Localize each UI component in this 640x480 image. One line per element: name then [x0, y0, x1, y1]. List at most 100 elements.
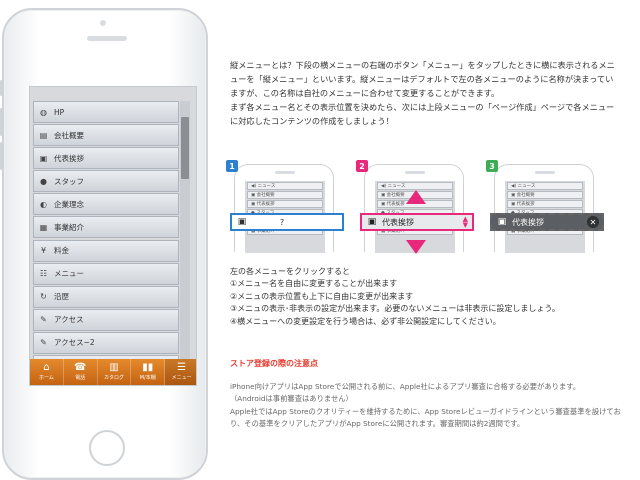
menu-item[interactable]: ¥ 料金 — [33, 239, 179, 262]
tab-label: 電話 — [75, 375, 86, 381]
mini-menu-row: ▣ 代表挨拶 — [247, 200, 323, 208]
howto-instructions: 左の各メニューをクリックすると ①メニュー名を自由に変更することが出来ます ②メニュ… — [230, 266, 630, 328]
menu-item[interactable]: ▦ 事業紹介 — [33, 216, 179, 239]
intro-line: ューを「縦メニュー」といいます。縦メニューはデフォルトで左の各メニューのように名… — [230, 74, 614, 84]
yen-icon: ¥ — [40, 246, 47, 256]
intro-line: 縦メニューとは？下段の横メニューの右端のボタン「メニュー」をタップしたときに横に… — [230, 60, 615, 70]
mini-menu-row: ◀) ニュース — [377, 182, 453, 190]
menu-name-label: 代表挨拶 — [512, 217, 544, 227]
vertical-menu-list: ◍ HP ▤ 会社概要 ▣ 代表挨拶 ● スタッフ ◐ 企業理念 ▦ 事業紹介 ¥ 料金 ☷ メニュー ↻ 沿歴 ✎… — [33, 101, 179, 385]
menu-item-label: 料金 — [54, 246, 69, 256]
menu-item[interactable]: ☷ メニュー — [33, 262, 179, 285]
menu-hide-highlight: ▣ 代表挨拶 ✕ — [490, 213, 604, 231]
menu-item-label: メニュー — [54, 269, 84, 279]
menu-item[interactable]: ▤ 会社概要 — [33, 124, 179, 147]
tab-menu[interactable]: ☰ メニュー — [165, 359, 196, 385]
person-card-icon: ▣ — [497, 217, 507, 227]
history-icon: ↻ — [40, 292, 47, 302]
tab-phone[interactable]: ☎ 電話 — [64, 359, 98, 385]
menu-scrollbar[interactable] — [180, 101, 190, 381]
howto-line: ②メニュの表示位置も上下に自由に変更が出来ます — [230, 291, 414, 301]
menu-item-label: アクセス — [54, 315, 84, 325]
howto-line: 左の各メニューをクリックすると — [230, 267, 350, 276]
menu-item[interactable]: ● スタッフ — [33, 170, 179, 193]
step-3-illustration: 3 ◀) ニュース▣ 会社概要▣ 代表挨拶● スタッフ◐ 企業理念▦ 事業紹介 … — [486, 160, 604, 253]
menu-name-label: 代表挨拶 — [382, 217, 414, 227]
phone-side-button — [0, 108, 3, 136]
mini-menu-row: ▣ 会社概要 — [507, 191, 583, 199]
tab-label: ホーム — [38, 375, 54, 381]
tab-catalog[interactable]: ▥ カタログ — [98, 359, 132, 385]
map-icon: ✎ — [40, 315, 47, 325]
phone-screen: ◍ HP ▤ 会社概要 ▣ 代表挨拶 ● スタッフ ◐ 企業理念 ▦ 事業紹介 ¥ 料金 ☷ メニュー ↻ 沿歴 ✎… — [29, 86, 197, 386]
menu-item-label: 代表挨拶 — [54, 153, 84, 163]
phone-mockup: ◍ HP ▤ 会社概要 ▣ 代表挨拶 ● スタッフ ◐ 企業理念 ▦ 事業紹介 ¥ 料金 ☷ メニュー ↻ 沿歴 ✎… — [0, 8, 208, 480]
phone-icon: ☎ — [73, 362, 87, 373]
menu-board-icon: ☷ — [39, 269, 48, 279]
map-icon: ✎ — [40, 338, 47, 348]
intro-line: に対応したコンテンツの作成をしましょう！ — [230, 116, 394, 126]
menu-item-label: 企業理念 — [54, 199, 84, 209]
step-number-badge: 2 — [356, 160, 368, 172]
HP-icon: ◍ — [40, 107, 47, 117]
menu-reorder-highlight: ▣ 代表挨拶 ▲ ▼ — [360, 213, 474, 231]
phone-camera — [100, 20, 106, 26]
howto-line: ③メニュの表示･非表示の設定が出来ます。必要のないメニューは非表示に設定しましょ… — [230, 304, 560, 314]
person-card-icon: ▣ — [39, 153, 48, 163]
mini-phone-speaker — [405, 171, 425, 174]
mini-menu-row: ▣ 会社概要 — [247, 191, 323, 199]
mini-phone-speaker — [535, 171, 555, 174]
phone-side-button — [0, 80, 3, 96]
menu-item-label: 会社概要 — [54, 130, 84, 140]
book-icon: ▮▮ — [142, 362, 154, 373]
catalog-icon: ▥ — [109, 362, 119, 373]
menu-item[interactable]: ✎ アクセス−2 — [33, 331, 179, 354]
menu-item[interactable]: ▣ 代表挨拶 — [33, 147, 179, 170]
tab-label: カタログ — [103, 375, 124, 381]
menu-name-edit-highlight: ▣ ? — [230, 213, 344, 231]
step-2-illustration: 2 ◀) ニュース▣ 会社概要▣ 代表挨拶● スタッフ◐ 企業理念▦ 事業紹介 … — [356, 160, 474, 254]
howto-line: ④横メニューへの変更設定を行う場合は、必ず非公開設定にしてください。 — [230, 316, 501, 326]
mini-phone: ◀) ニュース▣ 会社概要▣ 代表挨拶● スタッフ◐ 企業理念▦ 事業紹介 — [364, 164, 464, 253]
mini-menu-row: ◀) ニュース — [247, 182, 323, 190]
phone-speaker — [87, 36, 127, 41]
menu-item-label: 事業紹介 — [54, 222, 84, 232]
mini-menu-row: ◀) ニュース — [507, 182, 583, 190]
phone-side-button — [0, 142, 3, 170]
menu-item[interactable]: ✎ アクセス — [33, 308, 179, 331]
folder-icon: ▦ — [39, 222, 48, 232]
person-card-icon: ▣ — [367, 217, 377, 227]
person-card-icon: ▣ — [237, 217, 247, 227]
tab-label: メニュー — [171, 375, 192, 381]
tab-book[interactable]: ▮▮ M/本棚 — [131, 359, 166, 385]
menu-item-label: HP — [54, 107, 65, 117]
notice-text: iPhone向けアプリはApp Storeで公開される前に、Apple社によるア… — [230, 381, 635, 431]
notice-title: ストア登録の際の注意点 — [230, 359, 318, 368]
scrollbar-thumb[interactable] — [181, 117, 189, 179]
staff-icon: ● — [40, 176, 47, 186]
intro-line: まず各メニュー名とその表示位置を決めたら、次には上段メニューの「ページ作成」ペー… — [230, 102, 615, 112]
arrow-up-icon — [406, 190, 426, 204]
menu-item-label: スタッフ — [54, 176, 84, 186]
notice-line: Apple社ではApp Storeのクオリティーを維持するために、App Sto… — [230, 406, 621, 416]
intro-line: ますが、この名称は自社のメニューに合わせて変更することができます。 — [230, 88, 500, 98]
menu-name-placeholder: ? — [279, 217, 285, 227]
tab-home[interactable]: ⌂ ホーム — [30, 359, 64, 385]
notice-line: り、その基準をクリアしたアプリがApp Storeに公開されます。審査期間は約2… — [230, 419, 525, 429]
mini-phone: ◀) ニュース▣ 会社概要▣ 代表挨拶● スタッフ◐ 企業理念▦ 事業紹介 — [234, 164, 334, 253]
step-number-badge: 1 — [226, 160, 238, 172]
step-number-badge: 3 — [486, 160, 498, 172]
mini-phone: ◀) ニュース▣ 会社概要▣ 代表挨拶● スタッフ◐ 企業理念▦ 事業紹介 — [494, 164, 594, 253]
home-icon: ⌂ — [43, 362, 50, 373]
menu-item[interactable]: ◍ HP — [33, 101, 179, 123]
notice-line: iPhone向けアプリはApp Storeで公開される前に、Apple社によるア… — [230, 382, 581, 391]
menu-item[interactable]: ◐ 企業理念 — [33, 193, 179, 216]
mini-menu-row: ▣ 代表挨拶 — [507, 200, 583, 208]
howto-line: ①メニュー名を自由に変更することが出来ます — [230, 279, 398, 289]
phone-home-button — [89, 430, 125, 466]
bottom-tab-bar: ⌂ ホーム ☎ 電話 ▥ カタログ ▮▮ M/本棚 ☰ メニュー — [30, 359, 196, 385]
document-icon: ▤ — [39, 130, 48, 140]
up-down-arrows-icon: ▲ ▼ — [462, 215, 468, 229]
menu-item[interactable]: ↻ 沿歴 — [33, 285, 179, 308]
arrow-down-icon — [406, 240, 426, 254]
